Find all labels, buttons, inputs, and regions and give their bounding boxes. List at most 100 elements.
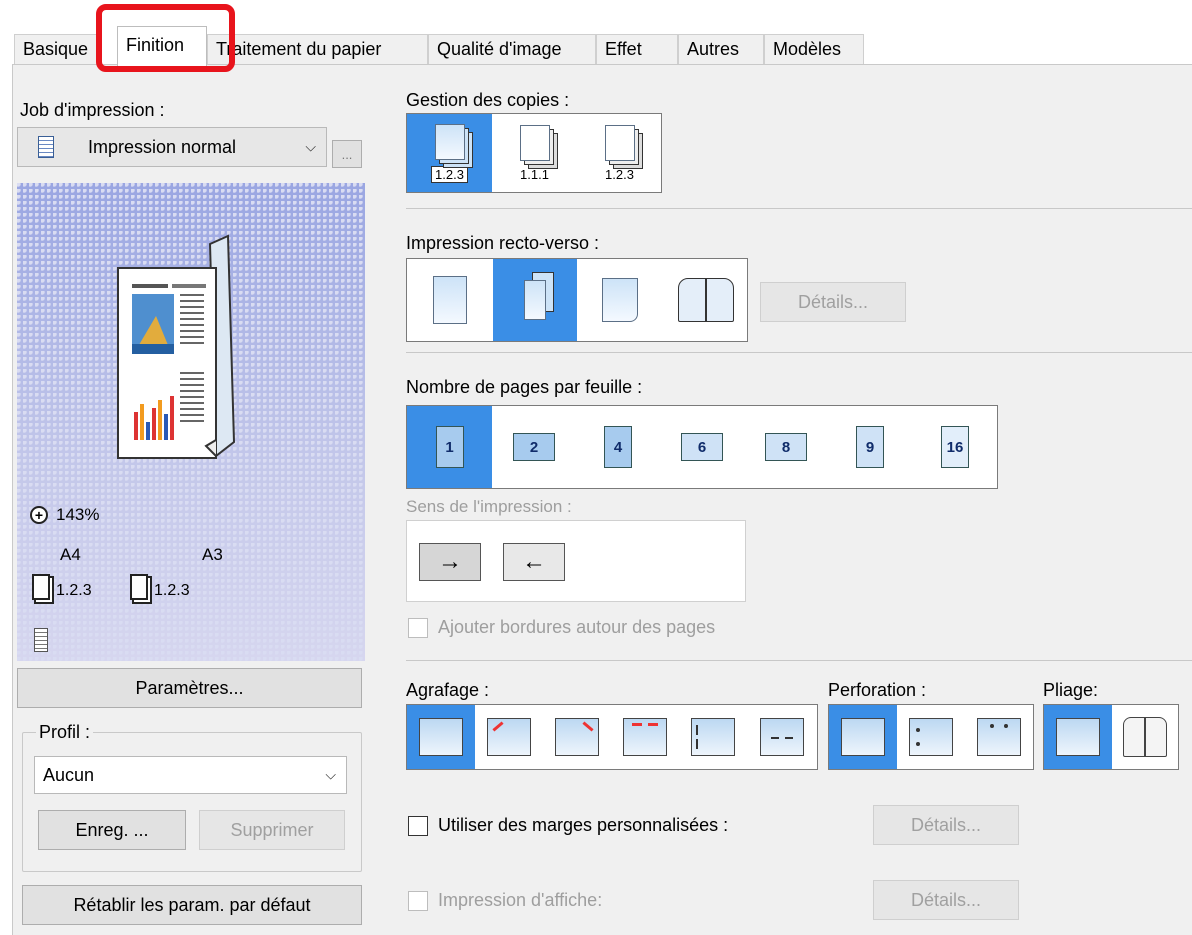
separator [406, 208, 1192, 209]
staple-left-double-option[interactable] [679, 705, 747, 769]
profile-group [22, 732, 362, 872]
job-value: Impression normal [88, 136, 237, 157]
simplex-option[interactable] [407, 259, 493, 341]
tab-qualite-image[interactable]: Qualité d'image [428, 34, 596, 64]
poster-checkbox[interactable] [408, 891, 428, 911]
zoom-indicator: + 143% [30, 505, 99, 525]
tab-basique[interactable]: Basique [14, 34, 100, 64]
staple-top-double-icon [623, 718, 667, 756]
stack-a: 1.2.3 [32, 574, 92, 600]
tab-finition[interactable]: Finition [117, 26, 207, 66]
collate-option[interactable]: 1.2.3 [407, 114, 492, 192]
document-preview-image [117, 234, 236, 459]
staple-bottom-double-option[interactable] [747, 705, 817, 769]
params-button[interactable]: Paramètres... [17, 668, 362, 708]
punch-top-icon [977, 718, 1021, 756]
collate-caption: 1.2.3 [431, 165, 468, 183]
duplex-label: Impression recto-verso : [406, 233, 600, 253]
punch-label: Perforation : [828, 680, 927, 700]
duplex-short-option[interactable] [577, 259, 663, 341]
nup-1-icon: 1 [435, 426, 464, 468]
custom-margins-label: Utiliser des marges personnalisées : [438, 815, 729, 835]
nup-16-option[interactable]: 16 [912, 406, 998, 488]
nup-4-option[interactable]: 4 [576, 406, 660, 488]
tab-autres[interactable]: Autres [678, 34, 764, 64]
tab-bar: Basique Finition Traitement du papier Qu… [14, 26, 1192, 66]
duplex-long-icon [524, 280, 546, 320]
staple-none-option[interactable] [407, 705, 475, 769]
group-option[interactable]: 1.1.1 [492, 114, 577, 192]
punch-left-option[interactable] [897, 705, 965, 769]
duplex-group [406, 258, 748, 342]
punch-group [828, 704, 1034, 770]
tab-effet[interactable]: Effet [596, 34, 678, 64]
arrow-right-icon: → [438, 548, 462, 575]
nup-9-option[interactable]: 9 [828, 406, 912, 488]
duplex-short-icon [602, 278, 638, 322]
punch-top-option[interactable] [965, 705, 1033, 769]
nup-2-option[interactable]: 2 [492, 406, 576, 488]
punch-none-option[interactable] [829, 705, 897, 769]
staple-bottom-double-icon [760, 718, 804, 756]
group-caption: 1.1.1 [520, 166, 549, 182]
booklet-icon [678, 278, 734, 322]
fold-label: Pliage: [1043, 680, 1099, 700]
separator [406, 660, 1192, 661]
right-to-left-option[interactable]: ← [503, 543, 565, 581]
nup-8-icon: 8 [765, 433, 807, 461]
save-profile-button[interactable]: Enreg. ... [38, 810, 186, 850]
profile-value: Aucun [43, 764, 95, 785]
nup-group: 1 2 4 6 8 9 16 [406, 405, 998, 489]
single-page-icon [433, 276, 467, 324]
no-punch-icon [841, 718, 885, 756]
reset-defaults-button[interactable]: Rétablir les param. par défaut [22, 885, 362, 925]
staple-top-right-option[interactable] [543, 705, 611, 769]
margins-details-button[interactable]: Détails... [873, 805, 1019, 845]
direction-group: → ← [406, 520, 746, 602]
staple-top-left-option[interactable] [475, 705, 543, 769]
border-checkbox[interactable] [408, 618, 428, 638]
nup-8-option[interactable]: 8 [744, 406, 828, 488]
nup-6-option[interactable]: 6 [660, 406, 744, 488]
duplex-long-option[interactable] [493, 259, 577, 341]
offset-option[interactable]: 1.2.3 [577, 114, 662, 192]
nup-9-icon: 9 [856, 426, 884, 468]
tab-modeles[interactable]: Modèles [764, 34, 864, 64]
duplex-details-button[interactable]: Détails... [760, 282, 906, 322]
fold-book-icon [1123, 717, 1167, 757]
stack-a-label: 1.2.3 [56, 582, 92, 599]
job-more-button[interactable]: ... [332, 140, 362, 168]
tab-traitement-papier[interactable]: Traitement du papier [207, 34, 428, 64]
no-fold-icon [1056, 718, 1100, 756]
booklet-option[interactable] [663, 259, 749, 341]
copies-label: Gestion des copies : [406, 90, 570, 110]
stack-icon [32, 574, 50, 600]
direction-label: Sens de l'impression : [406, 497, 572, 516]
job-select[interactable]: Impression normal ⌵ [17, 127, 327, 167]
chevron-down-icon: ⌵ [305, 138, 316, 155]
staple-top-left-icon [487, 718, 531, 756]
nup-2-icon: 2 [513, 433, 555, 461]
fold-half-option[interactable] [1112, 705, 1178, 769]
staple-top-double-option[interactable] [611, 705, 679, 769]
nup-1-option[interactable]: 1 [407, 406, 492, 488]
stack-icon [130, 574, 148, 600]
custom-margins-checkbox[interactable] [408, 816, 428, 836]
delete-profile-button[interactable]: Supprimer [199, 810, 345, 850]
staple-top-right-icon [555, 718, 599, 756]
profile-select[interactable]: Aucun ⌵ [34, 756, 347, 794]
arrow-left-icon: ← [522, 548, 546, 575]
job-label: Job d'impression : [20, 100, 165, 120]
fold-none-option[interactable] [1044, 705, 1112, 769]
poster-details-button[interactable]: Détails... [873, 880, 1019, 920]
fold-group [1043, 704, 1179, 770]
zoom-value: 143% [56, 505, 100, 524]
left-to-right-option[interactable]: → [419, 543, 481, 581]
nup-4-icon: 4 [604, 426, 632, 468]
offset-caption: 1.2.3 [605, 166, 634, 182]
paper-size-a: A4 [60, 545, 81, 564]
stack-b-label: 1.2.3 [154, 582, 190, 599]
separator [406, 352, 1192, 353]
border-label: Ajouter bordures autour des pages [438, 617, 716, 637]
nup-16-icon: 16 [941, 426, 969, 468]
